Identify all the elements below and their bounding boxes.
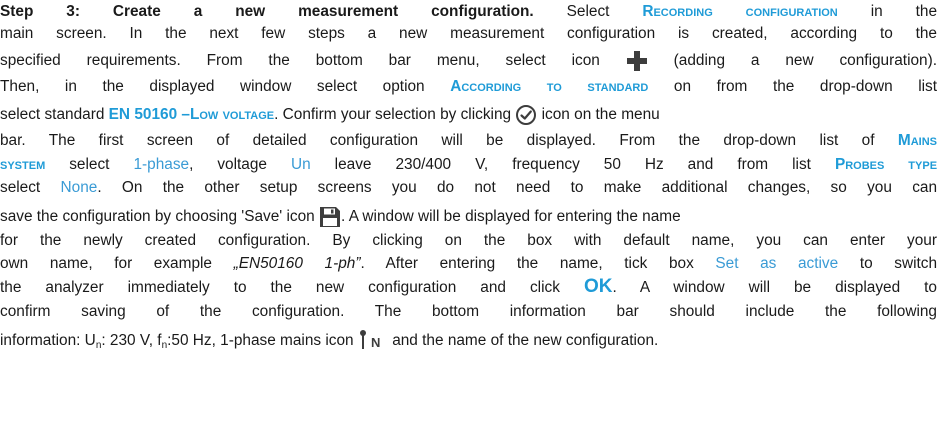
text: . A window will be displayed to bbox=[612, 279, 937, 296]
text: for the newly created configuration. By … bbox=[0, 232, 937, 249]
text: :50 Hz, 1-phase mains icon bbox=[167, 332, 354, 349]
text: information: U bbox=[0, 332, 96, 349]
text: bar. The first screen of detailed config… bbox=[0, 132, 875, 149]
line-9: save the configuration by choosing 'Save… bbox=[0, 206, 937, 228]
line-14: information: Un: 230 V, fn:50 Hz, 1-phas… bbox=[0, 326, 937, 356]
text: , voltage bbox=[189, 156, 267, 173]
option-none: None bbox=[60, 179, 98, 196]
text: the analyzer immediately to the new conf… bbox=[0, 279, 560, 296]
text: select bbox=[69, 156, 110, 173]
keyword-mains: Mains bbox=[897, 132, 937, 149]
option-set-as-active: Set as active bbox=[715, 255, 839, 272]
keyword-recording-configuration: Recording configuration bbox=[642, 3, 838, 20]
checkmark-circle-icon bbox=[515, 104, 537, 126]
text: . A window will be displayed for enterin… bbox=[341, 208, 681, 226]
plus-icon bbox=[626, 50, 648, 72]
text: own name, for example bbox=[0, 255, 212, 272]
line-8: select None. On the other setup screens … bbox=[0, 178, 937, 200]
option-1-phase: 1-phase bbox=[133, 156, 190, 173]
line-7: system select 1-phase, voltage Un leave … bbox=[0, 155, 937, 177]
text: leave 230/400 V, frequency 50 Hz and fro… bbox=[334, 156, 811, 173]
line-6: bar. The first screen of detailed config… bbox=[0, 131, 937, 153]
keyword-system: system bbox=[0, 156, 46, 173]
text: main screen. In the next few steps a new… bbox=[0, 25, 937, 42]
text: : 230 V, f bbox=[101, 332, 162, 349]
keyword-low-voltage: Low voltage bbox=[189, 106, 275, 124]
keyword-en50160-number: EN 50160 – bbox=[108, 106, 190, 124]
line-3: specified requirements. From the bottom … bbox=[0, 50, 937, 72]
line-11: own name, for example „EN50160 1-ph”. Af… bbox=[0, 254, 937, 276]
keyword-probes-type: Probes type bbox=[834, 156, 937, 173]
svg-text:N: N bbox=[371, 335, 380, 350]
text: confirm saving of the configuration. The… bbox=[0, 303, 937, 320]
text: select standard bbox=[0, 106, 105, 124]
text: Select bbox=[566, 3, 610, 20]
line-2: main screen. In the next few steps a new… bbox=[0, 24, 937, 46]
text: specified requirements. From the bottom … bbox=[0, 52, 600, 70]
text: select bbox=[0, 179, 41, 196]
option-un: Un bbox=[290, 156, 311, 173]
keyword-according-to-standard: According to standard bbox=[450, 78, 649, 95]
line-13: confirm saving of the configuration. The… bbox=[0, 302, 937, 324]
line-1: Step 3: Create a new measurement configu… bbox=[0, 2, 937, 24]
single-phase-mains-icon: N bbox=[358, 329, 388, 353]
text: icon on the menu bbox=[541, 106, 660, 124]
text: on from the drop-down list bbox=[673, 78, 937, 95]
ok-label: OK bbox=[583, 276, 613, 297]
line-12: the analyzer immediately to the new conf… bbox=[0, 277, 937, 299]
line-5: select standard EN 50160 –Low voltage. C… bbox=[0, 104, 937, 126]
text: . On the other setup screens you do not … bbox=[97, 179, 937, 196]
text: save the configuration by choosing 'Save… bbox=[0, 208, 315, 226]
floppy-disk-icon bbox=[319, 206, 341, 228]
text: in the bbox=[870, 3, 937, 20]
name-example: „EN50160 1-ph” bbox=[233, 255, 361, 272]
text: to switch bbox=[859, 255, 937, 272]
text: (adding a new configuration). bbox=[673, 52, 937, 70]
text: and the name of the new configuration. bbox=[392, 332, 659, 349]
text: . After entering the name, tick box bbox=[360, 255, 694, 272]
line-4: Then, in the displayed window select opt… bbox=[0, 77, 937, 99]
step-title: Step 3: Create a new measurement configu… bbox=[0, 3, 534, 20]
text: . Confirm your selection by clicking bbox=[274, 106, 512, 124]
line-10: for the newly created configuration. By … bbox=[0, 231, 937, 253]
text: Then, in the displayed window select opt… bbox=[0, 78, 425, 95]
